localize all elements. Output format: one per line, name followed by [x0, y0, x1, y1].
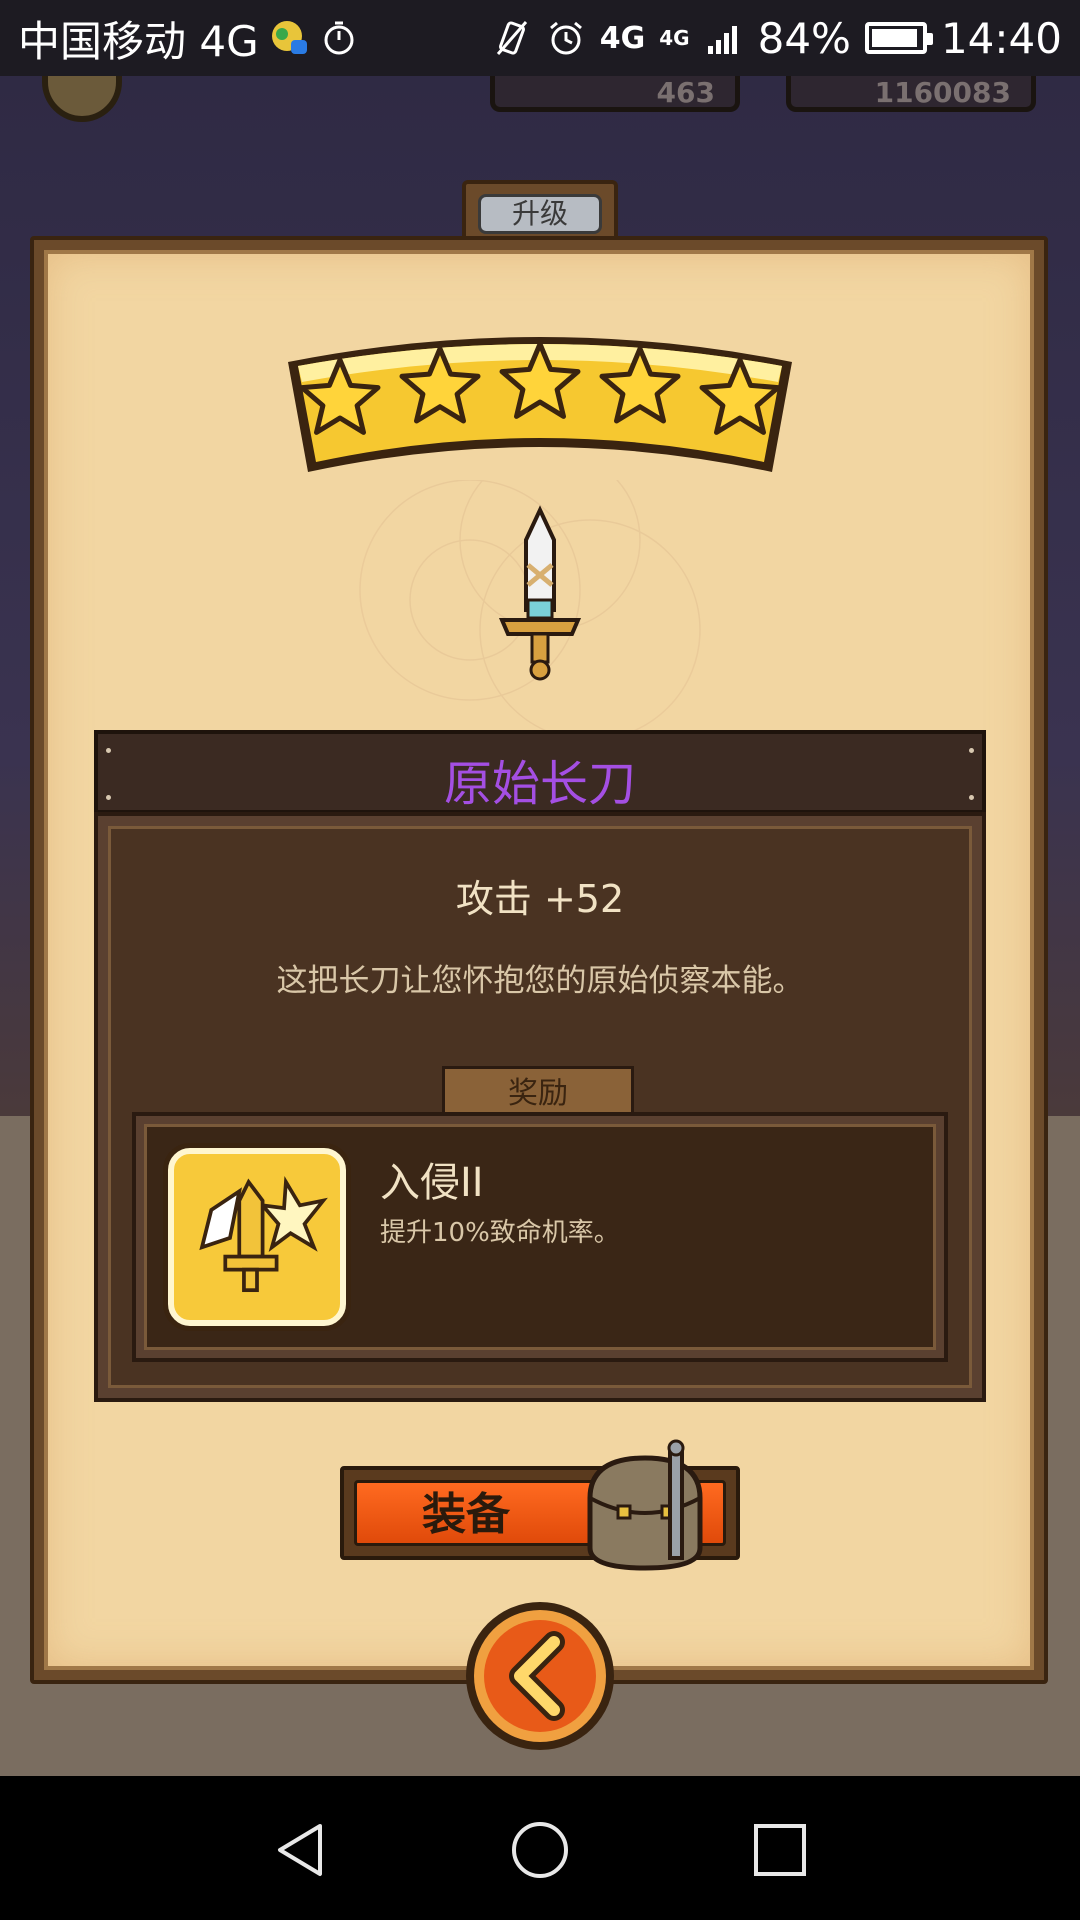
vibrate-icon [496, 21, 527, 55]
gem-counter: 463 [490, 76, 740, 112]
battery-fill [871, 29, 918, 47]
network-type-label-2: 4G [659, 26, 690, 50]
navigation-bar [0, 1776, 1080, 1920]
reward-tab: 奖励 [442, 1066, 634, 1118]
nav-home-icon[interactable] [510, 1820, 570, 1880]
upgrade-tab[interactable]: 升级 [462, 180, 618, 240]
nav-back-icon[interactable] [270, 1820, 330, 1880]
item-name: 原始长刀 [443, 756, 636, 812]
invasion-skill-icon [168, 1148, 346, 1326]
coin-counter: 1160083 [786, 76, 1036, 112]
item-stat: 攻击 +52 [455, 877, 625, 921]
reward-name: 入侵II [380, 1160, 484, 1206]
backpack-icon [587, 1439, 703, 1571]
battery-percent: 84% [757, 13, 851, 63]
star-rating-banner [288, 337, 792, 472]
reward-description: 提升10%致命机率。 [380, 1218, 620, 1248]
item-name-header: 原始长刀 [94, 730, 986, 814]
equip-button-label: 装备 [422, 1489, 510, 1540]
back-button[interactable] [462, 1598, 618, 1754]
alarm-icon [549, 21, 582, 55]
nav-recents-icon[interactable] [750, 1820, 810, 1880]
status-right: 4G 4G 84% 14:40 [492, 14, 1062, 63]
sword-icon [498, 505, 582, 681]
signal-icon [707, 26, 737, 54]
stopwatch-icon [324, 21, 354, 55]
settings-gear-icon[interactable] [42, 76, 122, 122]
network-type-label: 4G [599, 20, 646, 56]
clock: 14:40 [940, 13, 1062, 63]
carrier-label: 中国移动 4G [18, 16, 259, 66]
status-bar: 中国移动 4G 4G 4G 84% 14:40 [0, 0, 1080, 76]
upgrade-tab-label: 升级 [478, 194, 602, 234]
sword-item-image [359, 480, 701, 730]
battery-icon [864, 22, 933, 54]
messenger-notification-icon [271, 21, 307, 54]
status-left: 中国移动 4G [18, 8, 359, 69]
item-description: 这把长刀让您怀抱您的原始侦察本能。 [276, 963, 804, 999]
